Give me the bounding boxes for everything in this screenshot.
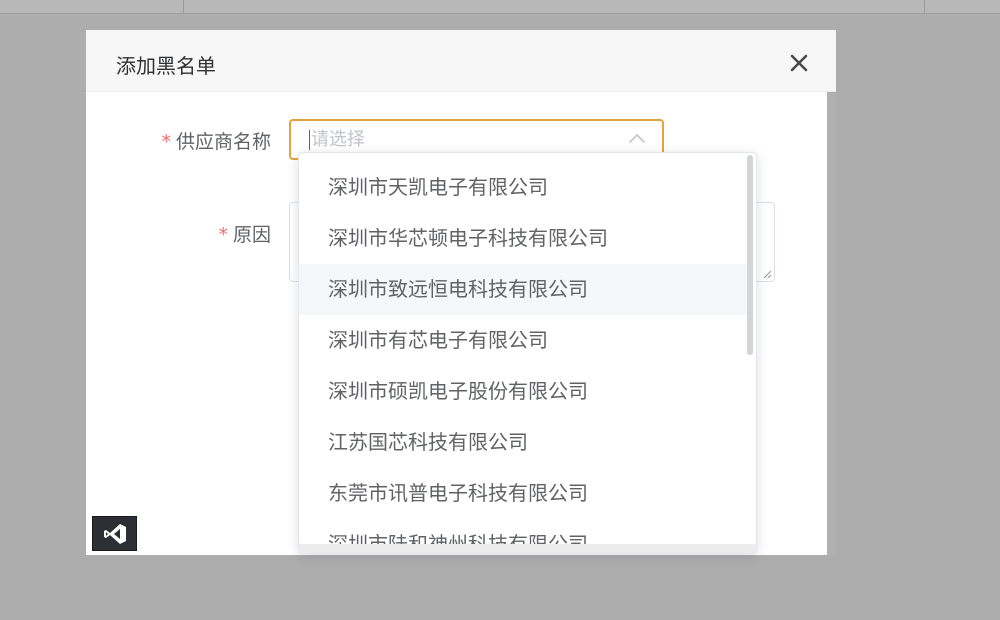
background-toolbar — [0, 0, 1000, 14]
supplier-option[interactable]: 深圳市致远恒电科技有限公司 — [299, 264, 748, 315]
close-icon — [790, 54, 808, 72]
supplier-option[interactable]: 深圳市硕凯电子股份有限公司 — [299, 366, 748, 417]
supplier-dropdown: 深圳市天凯电子有限公司 深圳市华芯顿电子科技有限公司 深圳市致远恒电科技有限公司… — [298, 152, 757, 554]
background-divider — [183, 0, 184, 13]
supplier-option[interactable]: 深圳市有芯电子有限公司 — [299, 315, 748, 366]
supplier-option-list: 深圳市天凯电子有限公司 深圳市华芯顿电子科技有限公司 深圳市致远恒电科技有限公司… — [299, 162, 748, 553]
supplier-name-label-text: 供应商名称 — [175, 131, 271, 153]
resize-grip-icon[interactable] — [762, 269, 772, 279]
dropdown-bottom-scrollbar[interactable] — [299, 544, 756, 553]
supplier-name-label: * 供应商名称 — [161, 127, 271, 154]
reason-label-text: 原因 — [232, 224, 271, 246]
background-divider — [924, 0, 925, 13]
supplier-option[interactable]: 深圳市华芯顿电子科技有限公司 — [299, 213, 748, 264]
dropdown-scrollbar-thumb[interactable] — [747, 155, 753, 355]
visual-studio-logo — [92, 516, 137, 551]
dialog-header: 添加黑名单 — [86, 30, 836, 92]
close-button[interactable] — [786, 50, 812, 76]
dialog-title: 添加黑名单 — [116, 54, 216, 78]
visual-studio-icon — [103, 524, 126, 544]
chevron-up-icon — [629, 133, 645, 143]
supplier-select-input[interactable]: 请选择 — [309, 130, 365, 150]
required-mark: * — [218, 224, 228, 246]
reason-label: * 原因 — [218, 220, 271, 247]
required-mark: * — [161, 131, 171, 153]
supplier-option[interactable]: 东莞市讯普电子科技有限公司 — [299, 468, 748, 519]
dialog-scrollbar[interactable] — [827, 92, 836, 555]
supplier-option[interactable]: 江苏国芯科技有限公司 — [299, 417, 748, 468]
supplier-option[interactable]: 深圳市天凯电子有限公司 — [299, 162, 748, 213]
